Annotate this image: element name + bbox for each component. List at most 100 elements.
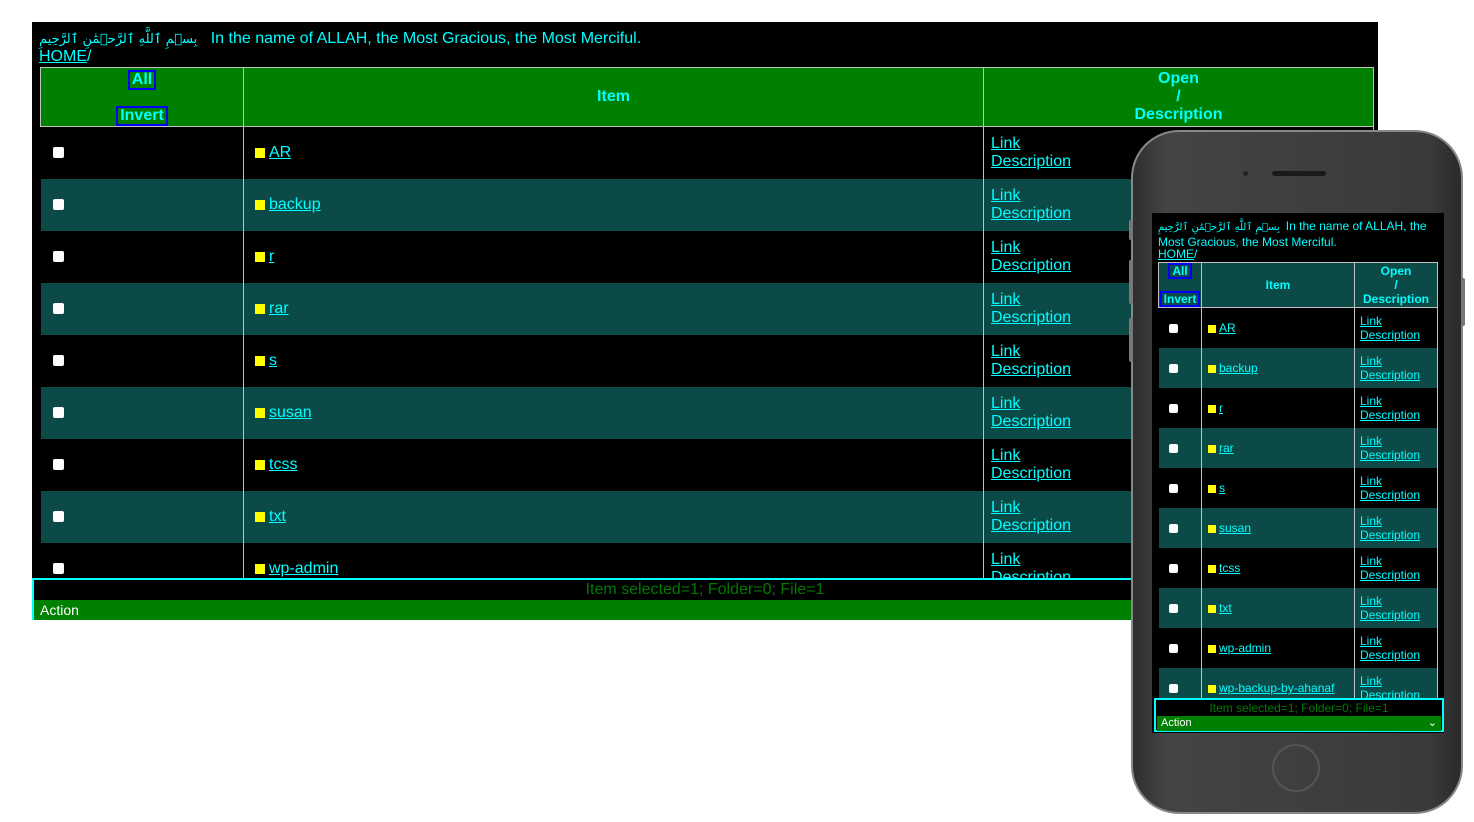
row-checkbox[interactable] [52,147,64,159]
description-link[interactable]: Description [1360,488,1420,502]
row-checkbox[interactable] [1168,564,1178,574]
table-row: txt Link Description [1158,588,1438,628]
action-select[interactable]: Action ⌄ [1157,716,1441,731]
table-row: r Link Description [1158,388,1438,428]
header-slash: / [1176,88,1181,105]
description-link[interactable]: Description [1360,528,1420,542]
description-link[interactable]: Description [991,413,1071,430]
home-link[interactable]: HOME [1158,247,1194,261]
open-link[interactable]: Link [991,343,1020,360]
row-checkbox[interactable] [1168,364,1178,374]
row-checkbox[interactable] [1168,404,1178,414]
phone-volume-up [1129,260,1133,304]
item-link[interactable]: AR [269,144,291,161]
invert-selection-button[interactable]: Invert [116,106,168,126]
item-link[interactable]: rar [1219,441,1234,455]
item-link[interactable]: wp-admin [269,560,338,577]
invert-selection-button[interactable]: Invert [1159,291,1201,307]
description-link[interactable]: Description [1360,448,1420,462]
description-link[interactable]: Description [1360,328,1420,342]
description-link[interactable]: Description [991,309,1071,326]
open-link[interactable]: Link [1360,594,1382,608]
open-link[interactable]: Link [1360,634,1382,648]
item-link[interactable]: susan [1219,521,1251,535]
item-link[interactable]: wp-backup-by-ahanaf [1219,681,1334,695]
row-checkbox[interactable] [52,303,64,315]
open-link[interactable]: Link [1360,434,1382,448]
breadcrumb-separator: / [87,48,92,65]
row-checkbox[interactable] [52,355,64,367]
item-link[interactable]: r [269,248,274,265]
item-link[interactable]: backup [1219,361,1258,375]
item-link[interactable]: susan [269,404,312,421]
item-link[interactable]: txt [269,508,286,525]
row-checkbox[interactable] [1168,524,1178,534]
item-link[interactable]: txt [1219,601,1232,615]
row-checkbox[interactable] [1168,484,1178,494]
table-row: AR Link Description [1158,307,1438,348]
item-link[interactable]: tcss [269,456,297,473]
folder-icon [255,511,265,522]
row-checkbox[interactable] [52,251,64,263]
item-link[interactable]: r [1219,401,1223,415]
open-link[interactable]: Link [1360,674,1382,688]
phone-speaker [1272,171,1326,176]
open-link[interactable]: Link [1360,354,1382,368]
item-link[interactable]: s [1219,481,1225,495]
open-link[interactable]: Link [1360,514,1382,528]
row-checkbox[interactable] [1168,604,1178,614]
open-link[interactable]: Link [1360,554,1382,568]
description-link[interactable]: Description [1360,408,1420,422]
table-row: wp-admin LinkDescription [1158,628,1438,668]
chevron-down-icon: ⌄ [1427,717,1437,729]
open-link[interactable]: Link [991,239,1020,256]
open-link[interactable]: Link [1360,314,1382,328]
folder-icon [1208,684,1216,693]
open-link[interactable]: Link [991,499,1020,516]
open-link[interactable]: Link [1360,474,1382,488]
open-link[interactable]: Link [991,395,1020,412]
action-select-label: Action [1161,717,1192,729]
row-checkbox[interactable] [52,563,64,575]
description-link[interactable]: Description [991,517,1071,534]
phone-mute-switch [1129,220,1133,240]
row-checkbox[interactable] [1168,324,1178,334]
description-link[interactable]: Description [1360,648,1420,662]
row-checkbox[interactable] [52,199,64,211]
description-link[interactable]: Description [991,361,1071,378]
open-link[interactable]: Link [991,291,1020,308]
folder-icon [255,407,265,418]
header-text: In the name of ALLAH, the Most Gracious,… [210,30,642,47]
row-checkbox[interactable] [1168,684,1178,694]
select-all-button[interactable]: All [127,70,157,90]
home-link[interactable]: HOME [39,48,87,65]
row-checkbox[interactable] [52,459,64,471]
folder-icon [255,563,265,574]
header-description: Description [1362,292,1429,306]
row-checkbox[interactable] [52,511,64,523]
description-link[interactable]: Description [991,465,1071,482]
description-link[interactable]: Description [1360,568,1420,582]
row-checkbox[interactable] [1168,644,1178,654]
item-link[interactable]: backup [269,196,321,213]
item-link[interactable]: AR [1219,321,1236,335]
item-link[interactable]: s [269,352,277,369]
open-link[interactable]: Link [1360,394,1382,408]
description-link[interactable]: Description [991,153,1071,170]
item-link[interactable]: tcss [1219,561,1240,575]
open-link[interactable]: Link [991,187,1020,204]
open-link[interactable]: Link [991,135,1020,152]
description-link[interactable]: Description [1360,608,1420,622]
breadcrumb-separator: / [1194,247,1198,261]
row-checkbox[interactable] [1168,444,1178,454]
item-link[interactable]: rar [269,300,289,317]
description-link[interactable]: Description [1360,368,1420,382]
open-link[interactable]: Link [991,447,1020,464]
description-link[interactable]: Description [991,205,1071,222]
select-all-button[interactable]: All [1168,263,1192,279]
description-link[interactable]: Description [991,257,1071,274]
row-checkbox[interactable] [52,407,64,419]
item-link[interactable]: wp-admin [1219,641,1271,655]
open-link[interactable]: Link [991,551,1020,568]
bismillah-text: بِسۡمِ ٱللَّهِ ٱلرَّحۡمَٰنِ ٱلرَّحِيمِ [39,32,198,47]
